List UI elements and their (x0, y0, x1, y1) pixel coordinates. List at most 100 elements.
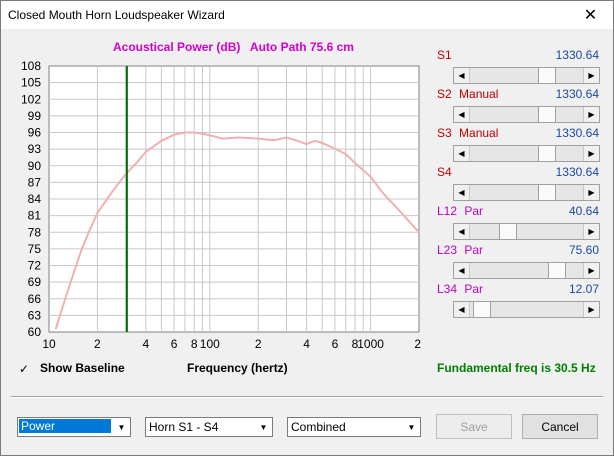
slider-value-s1: 1330.64 (555, 48, 599, 62)
chevron-down-icon[interactable]: ▼ (256, 419, 271, 435)
slider-mode: Manual (455, 87, 499, 101)
chevron-down-icon[interactable]: ▼ (404, 419, 419, 435)
slider-s3[interactable]: ◀ ▶ (453, 145, 600, 162)
slider-label-s1: S1 (437, 48, 452, 62)
slider-thumb[interactable] (538, 146, 557, 161)
slider-mode: Manual (455, 126, 499, 140)
slider-name: S1 (437, 48, 452, 62)
slider-thumb[interactable] (472, 302, 491, 317)
y-tick-label: 96 (28, 126, 42, 140)
slider-mode: Par (461, 243, 484, 257)
y-axis-ticks: 108 105 102 99 96 93 90 87 84 81 78 75 72 69 66 63 60 (21, 59, 41, 339)
slider-thumb[interactable] (538, 107, 557, 122)
y-tick-label: 87 (28, 175, 42, 189)
slider-name: L12 (437, 204, 458, 218)
y-tick-label: 102 (21, 92, 41, 106)
slider-label-l34: L34 Par (437, 282, 483, 296)
arrow-right-icon[interactable]: ▶ (583, 68, 599, 83)
x-tick-label: 2 (94, 337, 101, 351)
x-tick-label: 10 (42, 337, 56, 351)
slider-value-l23: 75.60 (568, 243, 599, 257)
x-tick-label: 100 (200, 337, 220, 351)
y-tick-label: 75 (28, 242, 42, 256)
fundamental-frequency: Fundamental freq is 30.5 Hz (437, 361, 596, 375)
y-tick-label: 93 (28, 142, 42, 156)
slider-thumb[interactable] (538, 185, 557, 200)
arrow-right-icon[interactable]: ▶ (583, 263, 599, 278)
arrow-left-icon[interactable]: ◀ (454, 185, 470, 200)
arrow-left-icon[interactable]: ◀ (454, 68, 470, 83)
slider-label-s2: S2 Manual (437, 87, 498, 101)
arrow-left-icon[interactable]: ◀ (454, 263, 470, 278)
y-tick-label: 105 (21, 76, 41, 90)
slider-value-l12: 40.64 (568, 204, 599, 218)
arrow-right-icon[interactable]: ▶ (583, 224, 599, 239)
title-bar: Closed Mouth Horn Loudspeaker Wizard ✕ (1, 1, 613, 29)
y-tick-label: 108 (21, 59, 41, 73)
slider-s2[interactable]: ◀ ▶ (453, 106, 600, 123)
slider-mode: Par (461, 204, 484, 218)
segment-select[interactable]: Horn S1 - S4 ▼ (145, 417, 273, 437)
close-button[interactable]: ✕ (568, 1, 613, 29)
combine-value: Combined (291, 420, 346, 434)
y-tick-label: 60 (28, 325, 42, 339)
x-tick-label: 2 (255, 337, 262, 351)
show-baseline-label[interactable]: Show Baseline (40, 361, 125, 375)
slider-label-s4: S4 (437, 165, 452, 179)
slider-value-s2: 1330.64 (555, 87, 599, 101)
x-tick-label: 8 (191, 337, 198, 351)
slider-name: L34 (437, 282, 458, 296)
view-mode-value: Power (19, 419, 111, 433)
arrow-left-icon[interactable]: ◀ (454, 302, 470, 317)
segment-value: Horn S1 - S4 (149, 420, 219, 434)
x-tick-label: 6 (171, 337, 178, 351)
y-tick-label: 72 (28, 259, 42, 273)
arrow-right-icon[interactable]: ▶ (583, 146, 599, 161)
x-tick-label: 2 (414, 337, 421, 351)
slider-name: S2 (437, 87, 452, 101)
arrow-left-icon[interactable]: ◀ (454, 146, 470, 161)
slider-label-s3: S3 Manual (437, 126, 498, 140)
y-tick-label: 78 (28, 225, 42, 239)
arrow-right-icon[interactable]: ▶ (583, 107, 599, 122)
y-tick-label: 69 (28, 275, 42, 289)
slider-value-s3: 1330.64 (555, 126, 599, 140)
x-tick-label: 4 (142, 337, 149, 351)
slider-value-s4: 1330.64 (555, 165, 599, 179)
y-tick-label: 66 (28, 292, 42, 306)
slider-mode: Par (461, 282, 484, 296)
chevron-down-icon[interactable]: ▼ (114, 419, 129, 435)
x-axis-label: Frequency (hertz) (187, 361, 288, 375)
slider-l23[interactable]: ◀ ▶ (453, 262, 600, 279)
slider-label-l23: L23 Par (437, 243, 483, 257)
slider-label-l12: L12 Par (437, 204, 483, 218)
cancel-button[interactable]: Cancel (522, 414, 598, 439)
x-tick-label: 4 (303, 337, 310, 351)
y-tick-label: 99 (28, 109, 42, 123)
arrow-right-icon[interactable]: ▶ (583, 185, 599, 200)
chart-title: Acoustical Power (dB) Auto Path 75.6 cm (113, 40, 354, 54)
show-baseline-checkbox[interactable]: ✓ (18, 363, 30, 375)
y-tick-label: 84 (28, 192, 42, 206)
x-tick-label: 1000 (357, 337, 384, 351)
arrow-right-icon[interactable]: ▶ (583, 302, 599, 317)
arrow-left-icon[interactable]: ◀ (454, 224, 470, 239)
response-chart: 1081051029996939087848178757269666360 10… (21, 59, 421, 351)
slider-thumb[interactable] (498, 224, 517, 239)
save-button[interactable]: Save (436, 414, 512, 439)
slider-thumb[interactable] (538, 68, 557, 83)
slider-s1[interactable]: ◀ ▶ (453, 67, 600, 84)
slider-thumb[interactable] (548, 263, 567, 278)
slider-l34[interactable]: ◀ ▶ (453, 301, 600, 318)
combine-select[interactable]: Combined ▼ (287, 417, 421, 437)
arrow-left-icon[interactable]: ◀ (454, 107, 470, 122)
slider-l12[interactable]: ◀ ▶ (453, 223, 600, 240)
view-mode-select[interactable]: Power ▼ (17, 417, 131, 437)
y-tick-label: 90 (28, 159, 42, 173)
slider-name: L23 (437, 243, 458, 257)
slider-s4[interactable]: ◀ ▶ (453, 184, 600, 201)
slider-value-l34: 12.07 (568, 282, 599, 296)
wizard-window: Closed Mouth Horn Loudspeaker Wizard ✕ A… (0, 0, 614, 456)
separator (11, 396, 603, 398)
x-axis-ticks: 10 2 4 6 8 100 2 4 6 81000 2 (42, 337, 421, 351)
